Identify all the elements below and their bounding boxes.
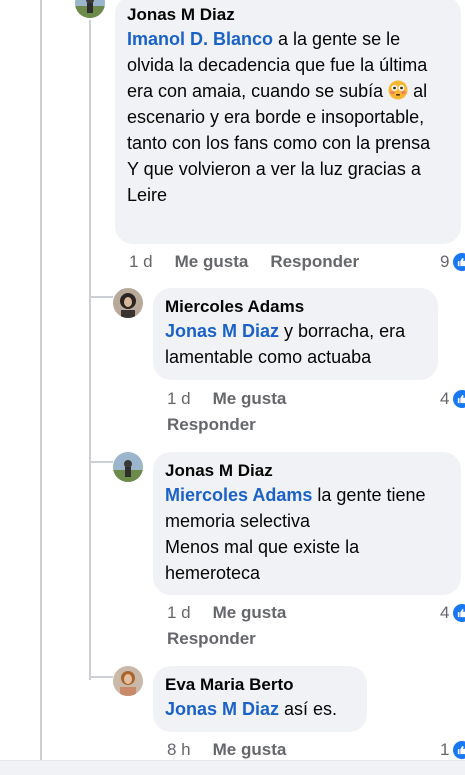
comment-author[interactable]: Jonas M Diaz	[165, 460, 449, 482]
thumbs-up-icon	[453, 253, 465, 271]
comment-actions: 1 d Me gusta Responder	[167, 600, 367, 652]
bottom-bar	[0, 760, 465, 775]
comment-time[interactable]: 1 d	[167, 389, 191, 408]
mention-link[interactable]: Imanol D. Blanco	[127, 29, 273, 49]
thumbs-up-icon	[453, 741, 465, 759]
reply-button[interactable]: Responder	[270, 252, 359, 271]
reply-button[interactable]: Responder	[167, 415, 256, 434]
comment-text: Jonas M Diaz así es.	[165, 696, 355, 722]
comment-text: Jonas M Diaz y borracha, era lamentable …	[165, 318, 426, 370]
comment-bubble: Jonas M Diaz Imanol D. Blanco a la gente…	[115, 0, 461, 244]
comment-time[interactable]: 1 d	[129, 252, 153, 271]
reaction-count[interactable]: 9	[440, 251, 465, 273]
flushed-face-emoji	[388, 80, 408, 100]
avatar[interactable]	[113, 288, 143, 318]
comment-bubble: Jonas M Diaz Miercoles Adams la gente ti…	[153, 452, 461, 595]
comment-actions: 1 d Me gusta Responder	[129, 249, 429, 275]
comment-text: Imanol D. Blanco a la gente se le olvida…	[127, 26, 449, 208]
comment-author[interactable]: Miercoles Adams	[165, 296, 426, 318]
thumbs-up-icon	[453, 390, 465, 408]
reply-button[interactable]: Responder	[167, 629, 256, 648]
reaction-count[interactable]: 4	[440, 388, 465, 410]
comment-actions: 1 d Me gusta Responder	[167, 386, 367, 438]
mention-link[interactable]: Jonas M Diaz	[165, 321, 279, 341]
comment-author[interactable]: Eva Maria Berto	[165, 674, 355, 696]
reaction-number: 1	[440, 740, 450, 759]
reaction-number: 9	[440, 252, 450, 271]
mention-link[interactable]: Jonas M Diaz	[165, 699, 279, 719]
thread-line-replies	[89, 20, 91, 680]
avatar[interactable]	[113, 666, 143, 696]
comment-time[interactable]: 8 h	[167, 740, 191, 759]
comment-bubble: Eva Maria Berto Jonas M Diaz así es.	[153, 666, 367, 732]
comment-time[interactable]: 1 d	[167, 603, 191, 622]
thread-connector-1	[89, 296, 113, 298]
mention-link[interactable]: Miercoles Adams	[165, 485, 312, 505]
like-button[interactable]: Me gusta	[213, 389, 287, 408]
comment-author[interactable]: Jonas M Diaz	[127, 4, 449, 26]
like-button[interactable]: Me gusta	[213, 740, 287, 759]
thread-connector-3	[89, 676, 113, 678]
thread-connector-2	[89, 461, 113, 463]
reaction-count[interactable]: 1	[440, 739, 465, 761]
thumbs-up-icon	[453, 604, 465, 622]
like-button[interactable]: Me gusta	[213, 603, 287, 622]
comment-bubble: Miercoles Adams Jonas M Diaz y borracha,…	[153, 288, 438, 380]
reaction-number: 4	[440, 603, 450, 622]
reaction-count[interactable]: 4	[440, 602, 465, 624]
comment-text: Miercoles Adams la gente tiene memoria s…	[165, 482, 449, 586]
reaction-number: 4	[440, 389, 450, 408]
avatar[interactable]	[75, 0, 105, 18]
thread-line-left	[40, 0, 42, 774]
avatar[interactable]	[113, 452, 143, 482]
comment-text-part: así es.	[279, 699, 338, 719]
like-button[interactable]: Me gusta	[175, 252, 249, 271]
